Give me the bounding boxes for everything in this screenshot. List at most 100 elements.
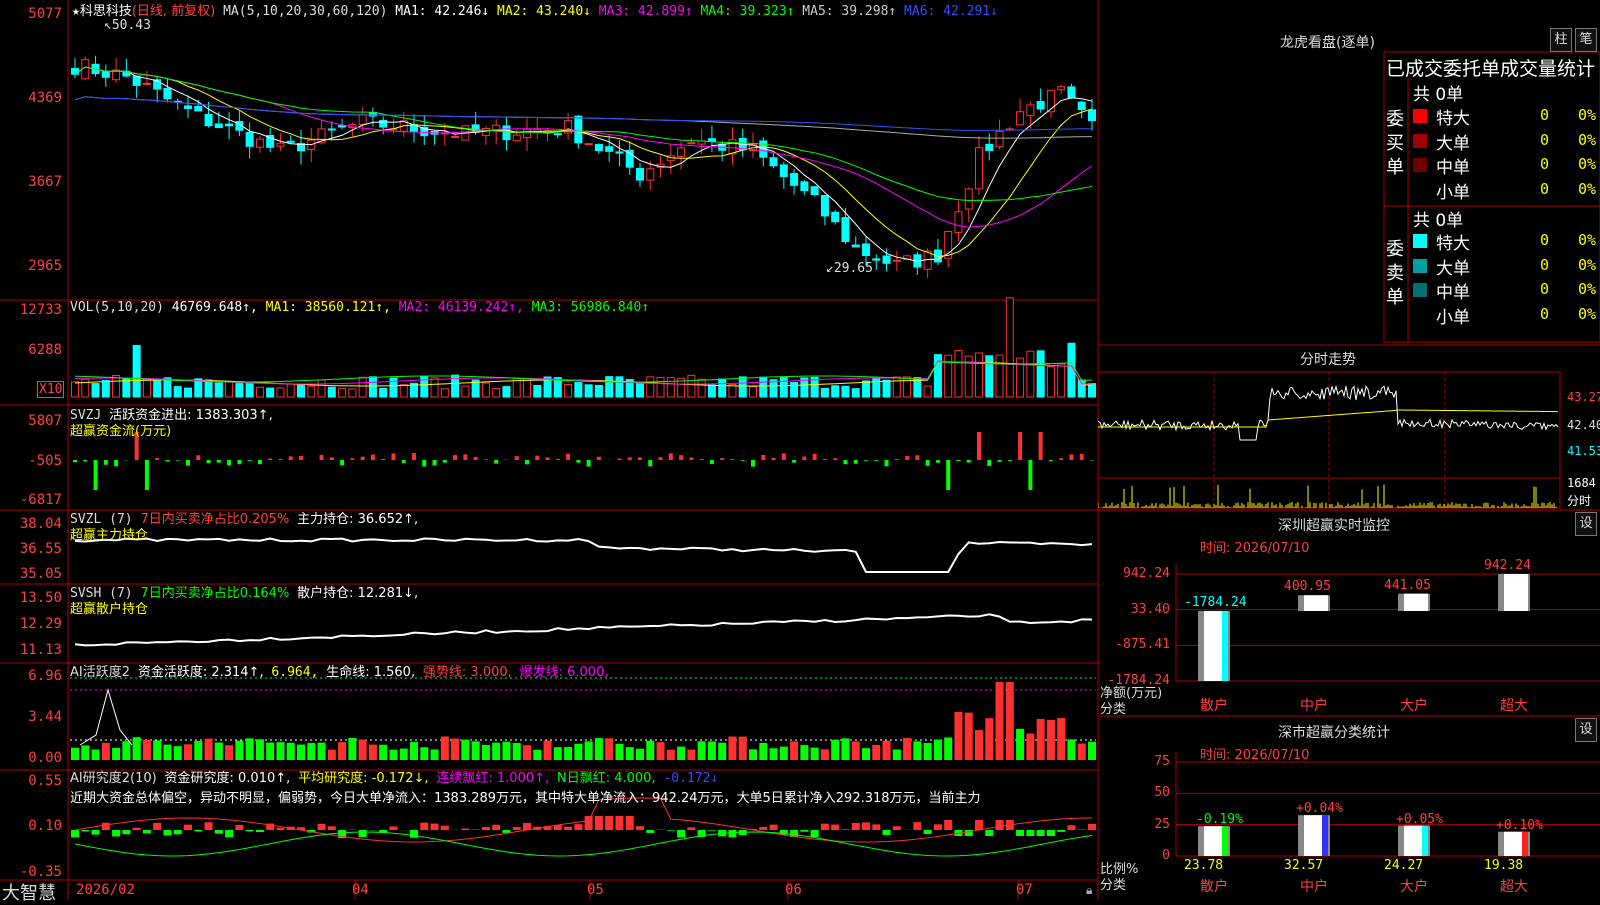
research-bar bbox=[225, 830, 233, 837]
activity-bar bbox=[852, 741, 860, 760]
research-bar bbox=[71, 830, 79, 837]
fund-flow-bar bbox=[576, 460, 580, 463]
volume-bar bbox=[482, 383, 489, 397]
favorite-star-icon[interactable]: ★ bbox=[72, 4, 80, 19]
activity-bar bbox=[605, 738, 613, 760]
research-bar bbox=[389, 826, 397, 830]
research-bar bbox=[595, 816, 603, 830]
sz-stats-settings-button[interactable]: 设 bbox=[1575, 718, 1597, 742]
fund-flow-bar bbox=[967, 460, 971, 463]
ai-research-avg: 平均研究度: -0.172↓, bbox=[298, 771, 428, 786]
fund-flow-bar bbox=[772, 458, 776, 460]
candlestick bbox=[678, 148, 685, 157]
monitor-bar-value: 441.05 bbox=[1384, 578, 1431, 593]
research-bar bbox=[472, 829, 480, 830]
volume-bar bbox=[883, 380, 890, 397]
x-axis-label: 05 bbox=[587, 882, 604, 898]
research-bar bbox=[821, 824, 829, 830]
activity-bar bbox=[883, 741, 891, 760]
research-bar bbox=[913, 822, 921, 830]
fund-flow-bar bbox=[381, 459, 385, 460]
sz-monitor-x-label: 分类 bbox=[1100, 698, 1126, 717]
candlestick bbox=[801, 182, 808, 191]
candlestick bbox=[647, 169, 654, 180]
stats-bar-delta: +0.10% bbox=[1496, 818, 1543, 833]
volume-bar bbox=[431, 378, 438, 397]
research-bar bbox=[883, 830, 891, 835]
volume-bar bbox=[72, 382, 79, 397]
candlestick bbox=[729, 140, 736, 154]
volume-bar bbox=[174, 387, 181, 397]
volume-bar bbox=[1027, 351, 1034, 397]
buy-row-pct: 0% bbox=[1578, 131, 1596, 149]
research-bar bbox=[246, 830, 254, 831]
svzj-y-tick: -505 bbox=[0, 453, 62, 469]
lock-icon[interactable]: 🔒︎ bbox=[1086, 883, 1092, 898]
bar-mode-button[interactable]: 柱 bbox=[1550, 28, 1572, 52]
fund-flow-bar bbox=[659, 457, 663, 460]
candlestick bbox=[1078, 102, 1085, 109]
fund-flow-bar bbox=[463, 454, 467, 460]
tick-mode-button[interactable]: 笔 bbox=[1575, 28, 1597, 52]
volume-bar bbox=[893, 377, 900, 397]
research-bar bbox=[318, 824, 326, 830]
sell-row-pct: 0% bbox=[1578, 280, 1596, 298]
volume-bar bbox=[236, 384, 243, 397]
activity-bar bbox=[143, 740, 151, 760]
ma6-value: MA6: 42.291↓ bbox=[904, 4, 998, 19]
fund-flow-bar bbox=[196, 455, 200, 460]
ai-research-nday: N日飘红: 4.000, bbox=[557, 771, 656, 786]
research-bar bbox=[492, 825, 500, 830]
volume-bar bbox=[1047, 367, 1054, 397]
activity-bar bbox=[554, 747, 562, 760]
research-bar bbox=[1026, 830, 1034, 836]
fund-flow-bar bbox=[443, 460, 447, 463]
sz-monitor-settings-button[interactable]: 设 bbox=[1575, 512, 1597, 536]
candlestick bbox=[873, 259, 880, 260]
monitor-bar-accent bbox=[1422, 594, 1428, 611]
fund-flow-bar bbox=[977, 432, 981, 460]
activity-bar bbox=[287, 743, 295, 760]
research-bar bbox=[800, 830, 808, 832]
research-bar bbox=[112, 830, 120, 836]
research-bar bbox=[102, 823, 110, 830]
volume-bar bbox=[102, 380, 109, 397]
volume-bar bbox=[750, 387, 757, 397]
candlestick bbox=[1068, 87, 1075, 98]
research-bar bbox=[605, 816, 613, 830]
sell-row-pct: 0% bbox=[1578, 305, 1596, 323]
fund-flow-bar bbox=[299, 456, 303, 460]
volume-bar bbox=[339, 388, 346, 397]
activity-bar bbox=[246, 738, 254, 760]
fund-flow-bar bbox=[350, 458, 354, 460]
stock-chart-canvas[interactable] bbox=[0, 0, 1100, 900]
activity-bar bbox=[81, 745, 89, 760]
research-bar bbox=[431, 824, 439, 830]
svzl-y-tick: 35.05 bbox=[0, 566, 62, 582]
research-bar bbox=[92, 830, 100, 835]
fund-flow-bar bbox=[525, 460, 529, 464]
activity-bar bbox=[441, 736, 449, 760]
candlestick bbox=[852, 245, 859, 247]
ma5-value: MA5: 39.298↑ bbox=[802, 4, 896, 19]
candlestick bbox=[482, 129, 489, 136]
candlestick bbox=[195, 106, 202, 110]
buy-swatch bbox=[1413, 134, 1427, 148]
ma4-value: MA4: 39.323↑ bbox=[701, 4, 795, 19]
candlestick bbox=[503, 126, 510, 140]
volume-bar bbox=[719, 379, 726, 397]
sell-row-count: 0 bbox=[1540, 231, 1549, 249]
candlestick bbox=[595, 144, 602, 150]
research-bar bbox=[985, 830, 993, 836]
activity-bar bbox=[975, 730, 983, 760]
fund-flow-bar bbox=[843, 460, 847, 464]
buy-row-pct: 0% bbox=[1578, 155, 1596, 173]
main-y-tick: 3667 bbox=[0, 174, 62, 190]
activity-bar bbox=[502, 742, 510, 760]
activity-bar bbox=[913, 741, 921, 760]
research-bar bbox=[184, 825, 192, 830]
period-label[interactable]: (日线, 前复权) bbox=[132, 4, 215, 19]
activity-bar bbox=[636, 749, 644, 760]
stats-bar-value: 23.78 bbox=[1184, 858, 1223, 873]
fund-flow-bar bbox=[689, 457, 693, 460]
